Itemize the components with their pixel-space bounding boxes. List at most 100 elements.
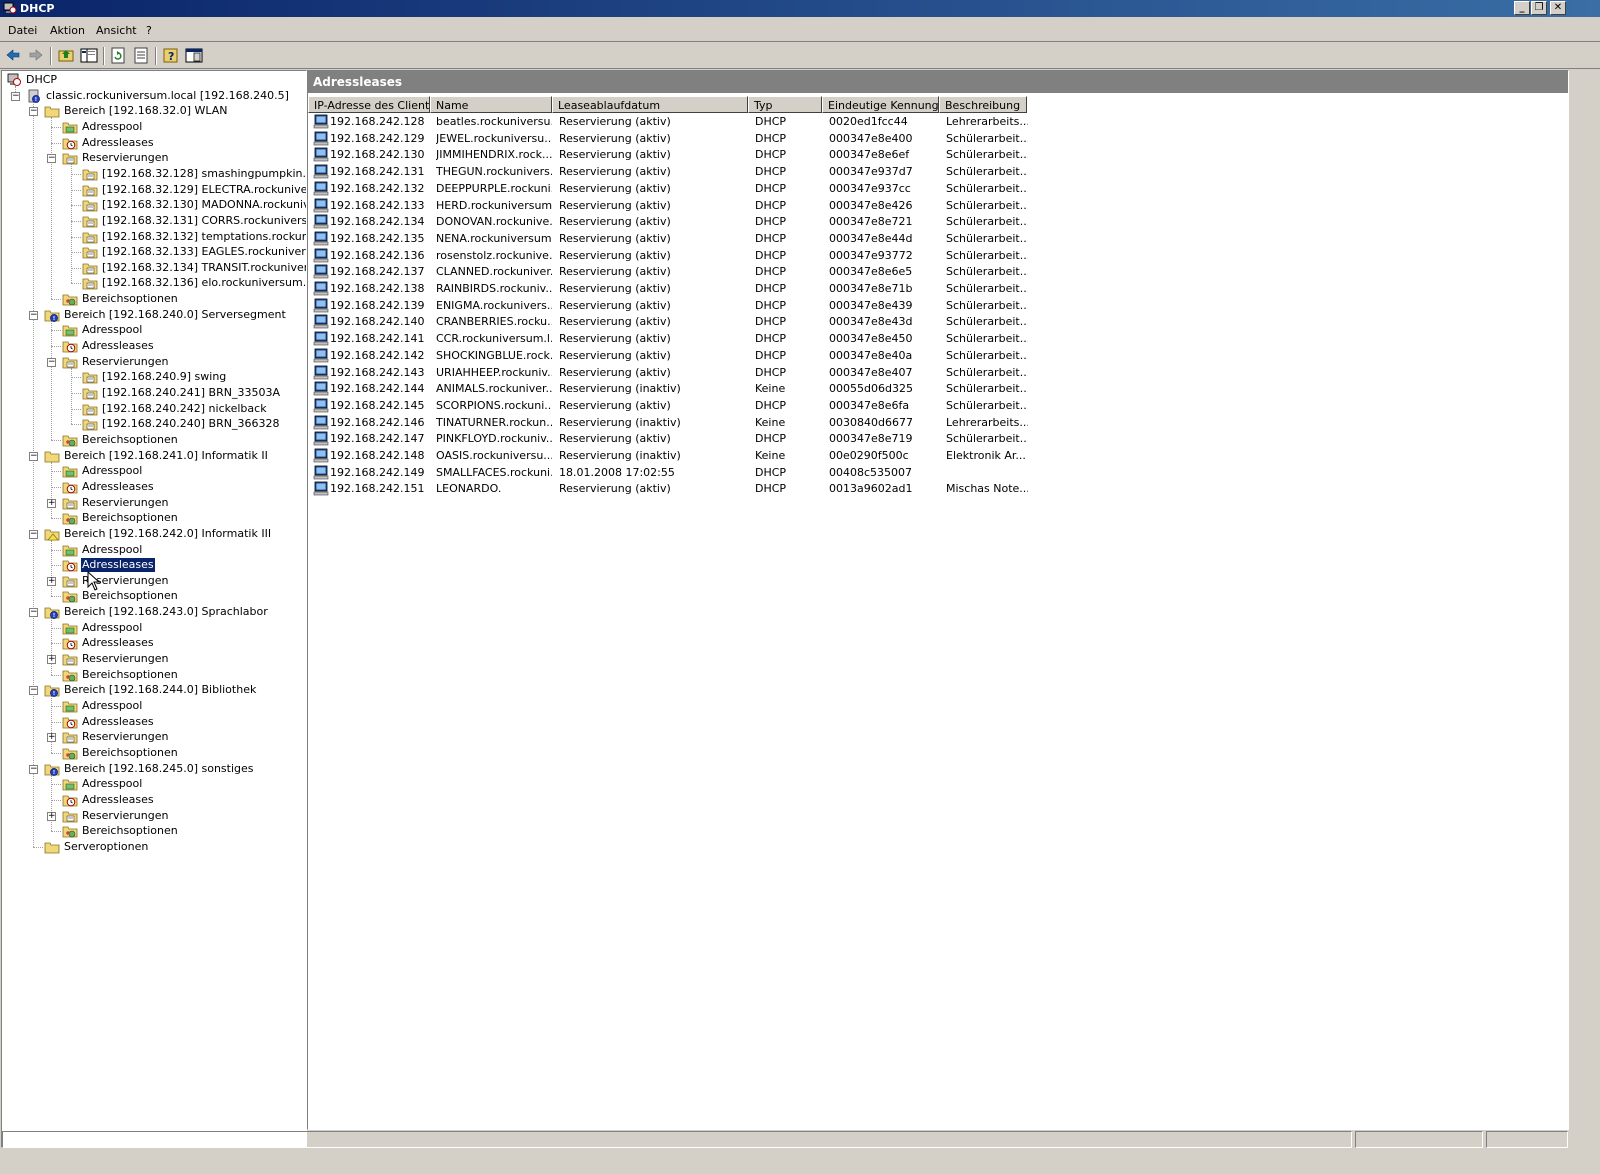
tree-item-label[interactable]: [192.168.32.133] EAGLES.rockuniversum.l [101, 245, 306, 259]
tree-item-label[interactable]: Adressleases [81, 339, 155, 353]
collapse-toggle-icon[interactable]: − [47, 154, 56, 163]
table-row[interactable]: 192.168.242.128 beatles.rockuniversu... Re… [310, 113, 1560, 130]
refresh-icon[interactable] [108, 46, 128, 65]
tree-item-label[interactable]: Adresspool [81, 120, 143, 134]
tree-item-label[interactable]: [192.168.32.130] MADONNA.rockuniversu [101, 198, 306, 212]
collapse-toggle-icon[interactable]: − [29, 452, 38, 461]
tree-item-label[interactable]: DHCP [25, 73, 58, 87]
tree-item-label[interactable]: Adresspool [81, 464, 143, 478]
collapse-toggle-icon[interactable]: − [29, 311, 38, 320]
menu-ansicht[interactable]: Ansicht [96, 24, 137, 37]
tree-item-label[interactable]: Adresspool [81, 323, 143, 337]
table-row[interactable]: 192.168.242.145 SCORPIONS.rockuni... Reser… [310, 397, 1560, 414]
tree-item-label[interactable]: Adressleases [81, 480, 155, 494]
tree-item-label[interactable]: Adresspool [81, 777, 143, 791]
collapse-toggle-icon[interactable]: − [29, 530, 38, 539]
table-row[interactable]: 192.168.242.148 OASIS.rockuniversu... Rese… [310, 447, 1560, 464]
tree-item-label[interactable]: Adressleases [81, 793, 155, 807]
expand-toggle-icon[interactable]: + [47, 733, 56, 742]
minimize-button[interactable]: _ [1514, 1, 1530, 15]
column-header-ip[interactable]: IP-Adresse des Clients [308, 96, 430, 113]
table-row[interactable]: 192.168.242.137 CLANNED.rockuniver... Rese… [310, 263, 1560, 280]
properties-icon[interactable] [184, 46, 204, 65]
table-row[interactable]: 192.168.242.149 SMALLFACES.rockuni... 18.0… [310, 464, 1560, 481]
tree-item-label[interactable]: Reservierungen [81, 809, 169, 823]
table-row[interactable]: 192.168.242.146 TINATURNER.rockun... Reser… [310, 414, 1560, 431]
tree-item-label[interactable]: [192.168.32.134] TRANSIT.rockuniversum [101, 261, 306, 275]
table-row[interactable]: 192.168.242.132 DEEPPURPLE.rockuni... Rese… [310, 180, 1560, 197]
table-row[interactable]: 192.168.242.135 NENA.rockuniversum... Rese… [310, 230, 1560, 247]
tree-item-label[interactable]: Adresspool [81, 543, 143, 557]
table-row[interactable]: 192.168.242.130 JIMMIHENDRIX.rock... Reser… [310, 146, 1560, 163]
table-row[interactable]: 192.168.242.142 SHOCKINGBLUE.rock... Reser… [310, 347, 1560, 364]
tree-item-label[interactable]: Bereich [192.168.244.0] Bibliothek [63, 683, 257, 697]
show-tree-icon[interactable] [79, 46, 99, 65]
table-row[interactable]: 192.168.242.139 ENIGMA.rockunivers... Rese… [310, 297, 1560, 314]
tree-item-label[interactable]: Bereich [192.168.243.0] Sprachlabor [63, 605, 269, 619]
tree-item-label[interactable]: [192.168.32.131] CORRS.rockuniversum.lc [101, 214, 306, 228]
tree-item-label[interactable]: Bereichsoptionen [81, 511, 179, 525]
tree-item-label[interactable]: [192.168.240.9] swing [101, 370, 227, 384]
console-tree[interactable]: − − − − − − + − + − + − + − + DHCP! classic.rockunivers… [1, 70, 307, 1148]
export-list-icon[interactable] [131, 46, 151, 65]
up-folder-icon[interactable] [56, 46, 76, 65]
tree-item-label[interactable]: Adressleases [81, 136, 155, 150]
table-row[interactable]: 192.168.242.129 JEWEL.rockuniversu... Rese… [310, 130, 1560, 147]
table-row[interactable]: 192.168.242.138 RAINBIRDS.rockuniv... Rese… [310, 280, 1560, 297]
tree-item-label[interactable]: Reservierungen [81, 496, 169, 510]
tree-item-label[interactable]: Adresspool [81, 621, 143, 635]
tree-item-label[interactable]: classic.rockuniversum.local [192.168.240… [45, 89, 290, 103]
expand-toggle-icon[interactable]: + [47, 499, 56, 508]
table-row[interactable]: 192.168.242.141 CCR.rockuniversum.l... Res… [310, 330, 1560, 347]
tree-item-label[interactable]: Bereich [192.168.241.0] Informatik II [63, 449, 269, 463]
table-row[interactable]: 192.168.242.151 LEONARDO. Reservierung (ak… [310, 480, 1560, 497]
collapse-toggle-icon[interactable]: − [11, 92, 20, 101]
tree-item-label[interactable]: [192.168.240.240] BRN_366328 [101, 417, 280, 431]
expand-toggle-icon[interactable]: + [47, 655, 56, 664]
tree-item-label[interactable]: Adressleases [81, 636, 155, 650]
collapse-toggle-icon[interactable]: − [29, 608, 38, 617]
tree-item-label[interactable]: Bereichsoptionen [81, 824, 179, 838]
collapse-toggle-icon[interactable]: − [29, 765, 38, 774]
close-button[interactable]: ✕ [1550, 1, 1566, 15]
menu-help[interactable]: ? [146, 24, 152, 37]
tree-item-label[interactable]: Bereich [192.168.245.0] sonstiges [63, 762, 255, 776]
table-row[interactable]: 192.168.242.143 URIAHHEEP.rockuniv... Rese… [310, 364, 1560, 381]
collapse-toggle-icon[interactable]: − [29, 686, 38, 695]
tree-item-label[interactable]: Adressleases [80, 557, 156, 573]
tree-item-label[interactable]: Bereichsoptionen [81, 433, 179, 447]
collapse-toggle-icon[interactable]: − [47, 358, 56, 367]
menu-datei[interactable]: Datei [8, 24, 37, 37]
tree-item-label[interactable]: [192.168.32.128] smashingpumpkin.rockur [101, 167, 306, 181]
tree-item-label[interactable]: Bereich [192.168.240.0] Serversegment [63, 308, 287, 322]
tree-item-label[interactable]: Reservierungen [81, 730, 169, 744]
tree-item-label[interactable]: Adressleases [81, 715, 155, 729]
back-arrow-icon[interactable] [3, 46, 23, 65]
tree-item-label[interactable]: [192.168.32.136] elo.rockuniversum.local [101, 276, 306, 290]
column-header-name[interactable]: Name [430, 96, 552, 113]
table-row[interactable]: 192.168.242.140 CRANBERRIES.rocku... Reser… [310, 313, 1560, 330]
column-header-lease-expiry[interactable]: Leaseablaufdatum [552, 96, 748, 113]
tree-item-label[interactable]: Bereich [192.168.32.0] WLAN [63, 104, 229, 118]
table-row[interactable]: 192.168.242.136 rosenstolz.rockunive... Re… [310, 247, 1560, 264]
tree-item-label[interactable]: Bereichsoptionen [81, 292, 179, 306]
table-row[interactable]: 192.168.242.134 DONOVAN.rockunive... Reser… [310, 213, 1560, 230]
tree-item-label[interactable]: [192.168.32.132] temptations.rockunivers [101, 230, 306, 244]
collapse-toggle-icon[interactable]: − [29, 107, 38, 116]
tree-item-label[interactable]: Reservierungen [81, 355, 169, 369]
tree-item-label[interactable]: Adresspool [81, 699, 143, 713]
tree-item-label[interactable]: [192.168.240.241] BRN_33503A [101, 386, 281, 400]
column-header-type[interactable]: Typ [748, 96, 822, 113]
tree-item-label[interactable]: Bereich [192.168.242.0] Informatik III [63, 527, 272, 541]
expand-toggle-icon[interactable]: + [47, 577, 56, 586]
table-row[interactable]: 192.168.242.147 PINKFLOYD.rockuniv... Rese… [310, 430, 1560, 447]
tree-item-label[interactable]: Serveroptionen [63, 840, 149, 854]
restore-button[interactable]: ❐ [1531, 1, 1547, 15]
help-icon[interactable]: ? [161, 46, 181, 65]
tree-item-label[interactable]: [192.168.32.129] ELECTRA.rockuniversum [101, 183, 306, 197]
column-header-description[interactable]: Beschreibung [939, 96, 1027, 113]
tree-item-label[interactable]: [192.168.240.242] nickelback [101, 402, 268, 416]
tree-item-label[interactable]: Bereichsoptionen [81, 668, 179, 682]
tree-item-label[interactable]: Bereichsoptionen [81, 746, 179, 760]
tree-item-label[interactable]: Bereichsoptionen [81, 589, 179, 603]
